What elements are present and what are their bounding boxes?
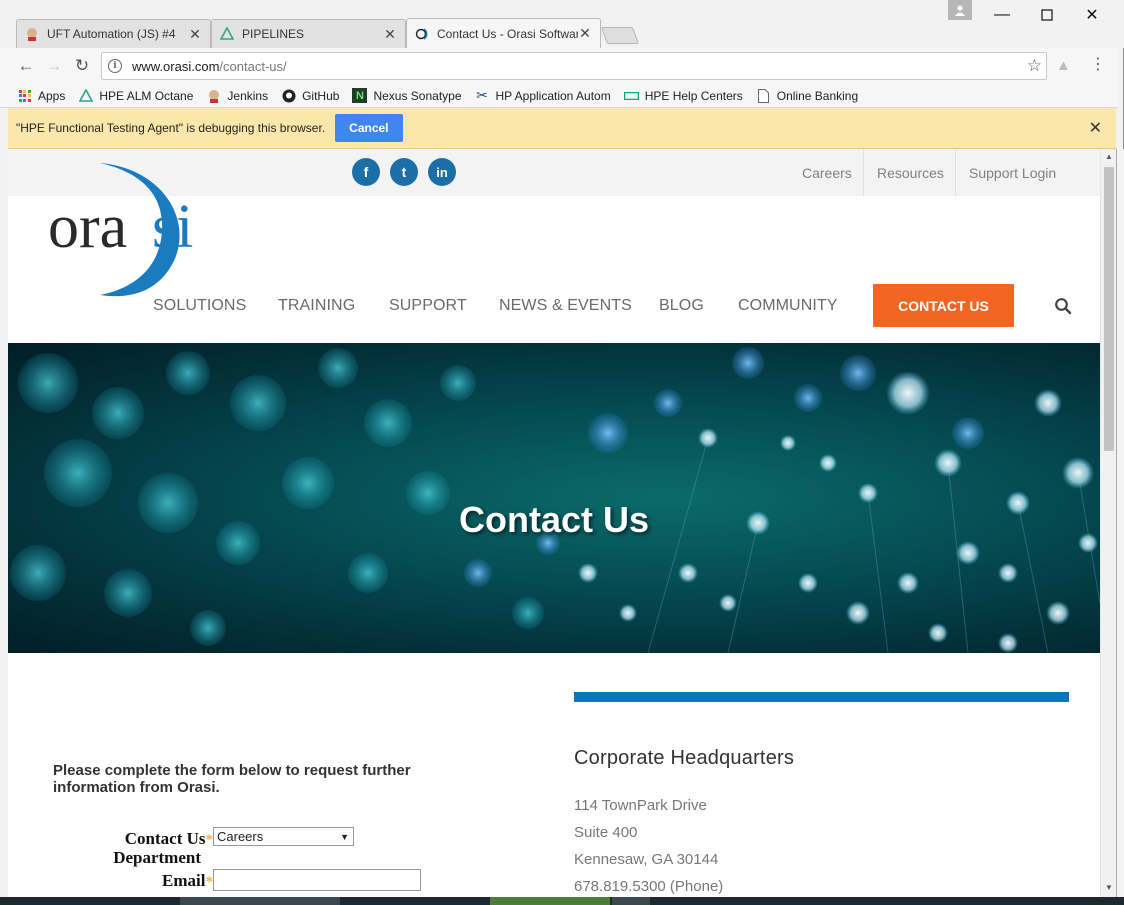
close-icon[interactable]: ✕: [188, 26, 202, 43]
drive-extension-icon[interactable]: ▲: [1056, 57, 1071, 74]
email-field[interactable]: [213, 869, 421, 891]
forward-arrow-icon[interactable]: →: [42, 54, 66, 78]
contact-us-button[interactable]: CONTACT US: [873, 284, 1014, 327]
top-link-careers[interactable]: Careers: [789, 149, 865, 196]
dropdown-caret-icon: ▼: [340, 831, 349, 842]
tab-uft-automation[interactable]: UFT Automation (JS) #4 ✕: [16, 19, 211, 48]
minimize-icon[interactable]: —: [980, 2, 1024, 28]
octane-icon: [220, 27, 234, 41]
window-close-icon[interactable]: ✕: [1070, 2, 1114, 28]
nexus-icon: N: [352, 88, 368, 103]
linkedin-icon[interactable]: in: [428, 158, 456, 186]
reload-icon[interactable]: ↻: [70, 54, 94, 78]
browser-toolbar: ← → ↻ i www.orasi.com/contact-us/ ☆ ▲ ⋮: [0, 48, 1118, 84]
close-icon[interactable]: ✕: [578, 25, 592, 42]
page-scrollbar[interactable]: ▲ ▼: [1100, 149, 1116, 897]
hq-address-line: Suite 400: [574, 824, 638, 841]
hp-icon: ✂: [476, 87, 488, 103]
bookmarks-bar: Apps HPE ALM Octane Jenkins GitHub N Nex…: [0, 84, 1118, 108]
hq-title: Corporate Headquarters: [574, 747, 795, 769]
orasi-favicon-icon: [415, 27, 429, 41]
tab-title: Contact Us - Orasi Software: [437, 26, 578, 41]
background-window-edge: [1116, 149, 1124, 897]
bookmark-jenkins[interactable]: Jenkins: [206, 88, 268, 103]
scroll-thumb[interactable]: [1104, 167, 1114, 451]
tab-title: PIPELINES: [242, 27, 305, 41]
maximize-icon[interactable]: [1025, 2, 1069, 28]
github-icon: [281, 88, 296, 103]
infobar-message: "HPE Functional Testing Agent" is debugg…: [16, 121, 326, 135]
bookmark-alm-octane[interactable]: HPE ALM Octane: [78, 88, 193, 103]
taskbar-item[interactable]: [612, 897, 650, 905]
facebook-icon[interactable]: f: [352, 158, 380, 186]
section-divider: [574, 692, 1069, 702]
tab-title: UFT Automation (JS) #4: [47, 27, 176, 41]
nav-community[interactable]: COMMUNITY: [738, 297, 838, 317]
required-mark: *: [205, 874, 214, 890]
address-bar[interactable]: i www.orasi.com/contact-us/ ☆: [101, 52, 1047, 80]
hq-address-line: Kennesaw, GA 30144: [574, 851, 719, 868]
taskbar: [0, 897, 1124, 905]
nav-training[interactable]: TRAINING: [278, 297, 355, 317]
bookmark-github[interactable]: GitHub: [281, 88, 339, 103]
close-icon[interactable]: ✕: [1089, 118, 1102, 138]
orasi-logo[interactable]: ora si: [48, 159, 208, 299]
profile-icon[interactable]: [948, 0, 972, 20]
apps-grid-icon: [17, 88, 32, 103]
back-arrow-icon[interactable]: ←: [14, 54, 38, 78]
hq-address-line: 114 TownPark Drive: [574, 797, 707, 814]
nav-blog[interactable]: BLOG: [659, 297, 704, 317]
hq-phone[interactable]: 678.819.5300 (Phone): [574, 878, 723, 895]
cancel-debug-button[interactable]: Cancel: [335, 114, 403, 142]
hpe-icon: [623, 88, 639, 103]
hero-title: Contact Us: [458, 499, 650, 540]
tab-contact-us[interactable]: Contact Us - Orasi Software ✕: [406, 18, 601, 48]
svg-text:ora: ora: [48, 193, 127, 261]
octane-icon: [78, 88, 93, 103]
bookmark-nexus[interactable]: N Nexus Sonatype: [352, 88, 462, 103]
hero-bokeh-image: [10, 347, 1100, 653]
taskbar-item[interactable]: [180, 897, 340, 905]
nav-solutions[interactable]: SOLUTIONS: [153, 297, 246, 317]
department-select[interactable]: Careers ▼: [213, 827, 354, 846]
top-link-resources[interactable]: Resources: [863, 149, 957, 196]
form-intro-text: Please complete the form below to reques…: [53, 762, 411, 796]
debug-infobar: "HPE Functional Testing Agent" is debugg…: [8, 108, 1116, 149]
taskbar-item[interactable]: [490, 897, 610, 905]
nav-news-events[interactable]: NEWS & EVENTS: [499, 297, 632, 317]
info-icon[interactable]: i: [108, 59, 122, 73]
page-viewport: f t in Careers Resources Support Login o…: [8, 149, 1100, 897]
url-text: www.orasi.com/contact-us/: [132, 58, 287, 74]
browser-window: UFT Automation (JS) #4 ✕ PIPELINES ✕ Con…: [0, 0, 1124, 897]
bookmark-hp-application[interactable]: ✂ HP Application Autom: [475, 87, 611, 103]
tab-strip: UFT Automation (JS) #4 ✕ PIPELINES ✕ Con…: [0, 0, 1124, 48]
bookmark-apps[interactable]: Apps: [17, 88, 65, 103]
twitter-icon[interactable]: t: [390, 158, 418, 186]
hero-banner: Contact Us: [8, 343, 1100, 653]
nav-support[interactable]: SUPPORT: [389, 297, 467, 317]
search-icon[interactable]: [1054, 297, 1074, 317]
email-label: Email*: [162, 871, 214, 891]
bookmark-hpe-help[interactable]: HPE Help Centers: [623, 88, 743, 103]
jenkins-icon: [206, 88, 221, 103]
scroll-up-icon[interactable]: ▲: [1101, 152, 1117, 161]
scroll-down-icon[interactable]: ▼: [1101, 883, 1117, 892]
required-mark: *: [205, 832, 214, 848]
browser-menu-icon[interactable]: ⋮: [1088, 54, 1108, 74]
page-icon: [756, 88, 771, 103]
tab-pipelines[interactable]: PIPELINES ✕: [211, 19, 406, 48]
bookmark-star-icon[interactable]: ☆: [1027, 56, 1042, 76]
jenkins-icon: [25, 27, 39, 41]
close-icon[interactable]: ✕: [383, 26, 397, 43]
department-label: Contact Us* Department: [113, 829, 214, 867]
svg-text:si: si: [152, 193, 193, 261]
new-tab-button[interactable]: [600, 27, 640, 44]
top-link-support-login[interactable]: Support Login: [955, 149, 1069, 196]
bookmark-online-banking[interactable]: Online Banking: [756, 88, 858, 103]
